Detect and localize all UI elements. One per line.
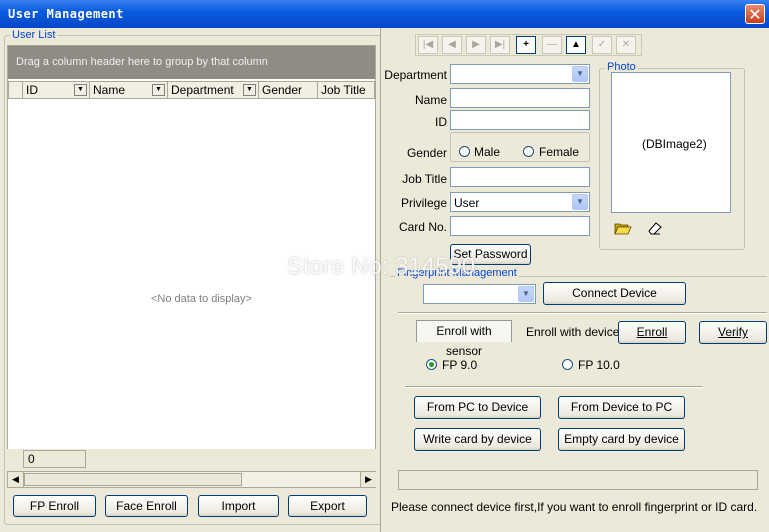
scroll-left-icon[interactable]: ◀: [8, 472, 24, 487]
chevron-down-icon[interactable]: ▼: [74, 84, 87, 96]
tab-enroll-device-label[interactable]: Enroll with device: [526, 325, 619, 339]
import-button[interactable]: Import: [198, 495, 279, 517]
id-label: ID: [435, 115, 447, 129]
job-title-label: Job Title: [402, 172, 447, 186]
record-navigator: |◀ ◀ ▶ ▶| + — ▲ ✓ ✕: [415, 34, 642, 56]
close-button[interactable]: ✕: [745, 4, 765, 24]
scroll-right-icon[interactable]: ▶: [360, 472, 376, 487]
write-card-button[interactable]: Write card by device: [414, 428, 541, 451]
column-header-gender[interactable]: Gender: [259, 82, 318, 98]
edit-icon[interactable]: ▲: [566, 36, 586, 54]
grid-footer: 0: [7, 449, 376, 471]
eraser-icon[interactable]: [647, 221, 663, 235]
open-folder-icon[interactable]: [614, 221, 632, 235]
verify-button[interactable]: Verify: [699, 321, 767, 344]
photo-image[interactable]: (DBImage2): [611, 72, 731, 213]
department-combo[interactable]: ▼: [450, 64, 590, 84]
user-list-caption: User List: [10, 29, 58, 41]
privilege-value: User: [454, 196, 480, 210]
next-record-icon[interactable]: ▶: [466, 36, 486, 54]
title-bar: User Management ✕: [0, 0, 769, 28]
column-header-department[interactable]: Department ▼: [168, 82, 259, 98]
gender-label: Gender: [406, 146, 447, 160]
gender-female-label: Female: [539, 145, 580, 159]
column-header-label: Job Title: [321, 83, 366, 97]
gender-group: Male Female: [450, 132, 590, 162]
empty-card-button[interactable]: Empty card by device: [558, 428, 685, 451]
footer-count: 0: [23, 450, 86, 468]
group-by-hint: Drag a column header here to group by th…: [16, 56, 268, 68]
fp-enroll-button[interactable]: FP Enroll: [13, 495, 96, 517]
tab-enroll-sensor[interactable]: Enroll with sensor: [416, 320, 512, 358]
gender-male-radio[interactable]: [459, 146, 470, 157]
chevron-down-icon[interactable]: ▼: [518, 286, 534, 302]
grid-header: ID ▼ Name ▼ Department ▼ Gender Job Titl…: [8, 81, 376, 99]
first-record-icon[interactable]: |◀: [418, 36, 438, 54]
progress-bar: [398, 470, 758, 490]
column-header-name[interactable]: Name ▼: [90, 82, 168, 98]
chevron-down-icon[interactable]: ▼: [152, 84, 165, 96]
chevron-down-icon[interactable]: ▼: [572, 194, 588, 210]
gender-male-label: Male: [474, 145, 501, 159]
name-label: Name: [414, 93, 447, 107]
privilege-label: Privilege: [400, 196, 447, 210]
export-button[interactable]: Export: [288, 495, 367, 517]
cancel-icon[interactable]: ✕: [616, 36, 636, 54]
status-message: Please connect device first,If you want …: [391, 500, 758, 514]
prior-record-icon[interactable]: ◀: [442, 36, 462, 54]
last-record-icon[interactable]: ▶|: [490, 36, 510, 54]
privilege-combo[interactable]: User ▼: [450, 192, 590, 212]
device-combo[interactable]: ▼: [423, 284, 536, 304]
column-header-label: Name: [93, 83, 126, 97]
from-pc-to-device-button[interactable]: From PC to Device: [414, 396, 541, 419]
group-by-panel[interactable]: Drag a column header here to group by th…: [8, 46, 375, 79]
card-no-field[interactable]: [450, 216, 590, 236]
enroll-button[interactable]: Enroll: [618, 321, 686, 344]
delete-icon[interactable]: —: [542, 36, 562, 54]
fp10-radio[interactable]: [562, 359, 573, 370]
window-client: User List Drag a column header here to g…: [0, 28, 769, 532]
gender-female-radio[interactable]: [523, 146, 534, 157]
chevron-down-icon[interactable]: ▼: [243, 84, 256, 96]
section-separator: [405, 386, 703, 388]
close-icon: ✕: [748, 5, 762, 24]
column-header-job-title[interactable]: Job Title: [318, 82, 376, 98]
window-title: User Management: [8, 7, 124, 21]
fp9-label: FP 9.0: [442, 358, 478, 372]
scroll-thumb[interactable]: [24, 473, 242, 486]
chevron-down-icon[interactable]: ▼: [572, 66, 588, 82]
connect-device-button[interactable]: Connect Device: [543, 282, 686, 305]
row-indicator-header: [9, 82, 23, 98]
photo-placeholder: (DBImage2): [642, 137, 707, 151]
horizontal-scrollbar[interactable]: ◀ ▶: [7, 471, 376, 488]
name-field[interactable]: [450, 88, 590, 108]
column-header-label: ID: [26, 83, 38, 97]
fp9-radio[interactable]: [426, 359, 437, 370]
post-icon[interactable]: ✓: [592, 36, 612, 54]
tab-strip-line: [398, 312, 767, 314]
id-field[interactable]: [450, 110, 590, 130]
column-header-label: Department: [171, 83, 234, 97]
column-header-id[interactable]: ID ▼: [23, 82, 90, 98]
empty-grid-text: <No data to display>: [151, 293, 252, 305]
department-label: Department: [384, 68, 447, 82]
from-device-to-pc-button[interactable]: From Device to PC: [558, 396, 685, 419]
job-title-field[interactable]: [450, 167, 590, 187]
column-header-label: Gender: [262, 83, 303, 97]
watermark-text: Store No: 314590: [287, 253, 476, 280]
card-no-label: Card No.: [398, 220, 447, 234]
insert-icon[interactable]: +: [516, 36, 536, 54]
face-enroll-button[interactable]: Face Enroll: [105, 495, 188, 517]
fp10-label: FP 10.0: [578, 358, 620, 372]
